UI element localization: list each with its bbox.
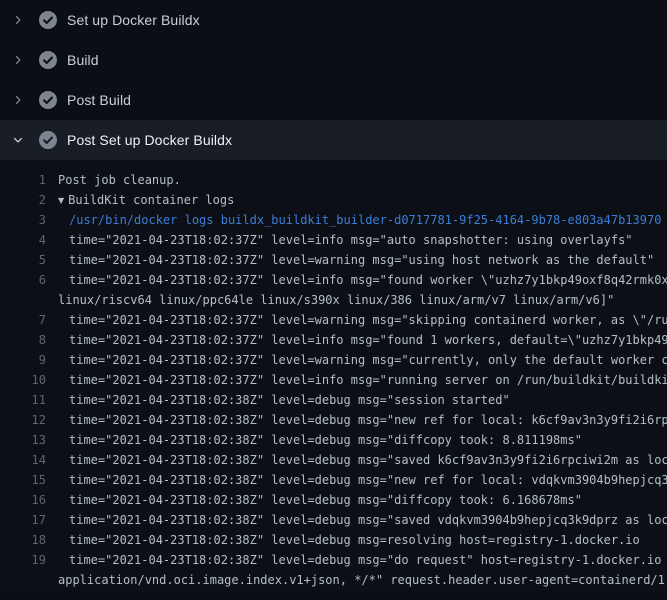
line-number[interactable]: 2 [0, 190, 46, 210]
log-text: time="2021-04-23T18:02:37Z" level=warnin… [58, 310, 667, 330]
actions-log-viewer: Set up Docker Buildx Build Post Build [0, 0, 667, 600]
chevron-right-icon [10, 92, 26, 108]
log-text: time="2021-04-23T18:02:37Z" level=warnin… [58, 350, 667, 370]
log-text: time="2021-04-23T18:02:38Z" level=debug … [58, 390, 510, 410]
step-post-build[interactable]: Post Build [0, 80, 667, 120]
check-circle-icon [38, 130, 58, 150]
log-line: 19 time="2021-04-23T18:02:38Z" level=debu… [0, 550, 667, 570]
line-number[interactable]: 11 [0, 390, 46, 410]
log-text: time="2021-04-23T18:02:37Z" level=warnin… [58, 250, 654, 270]
log-line: 11 time="2021-04-23T18:02:38Z" level=debu… [0, 390, 667, 410]
log-line: 18 time="2021-04-23T18:02:38Z" level=debu… [0, 530, 667, 550]
log-text: time="2021-04-23T18:02:37Z" level=info m… [58, 230, 633, 250]
log-line: 1 Post job cleanup. [0, 170, 667, 190]
log-text: linux/riscv64 linux/ppc64le linux/s390x … [58, 290, 614, 310]
log-text: time="2021-04-23T18:02:38Z" level=debug … [58, 550, 667, 570]
line-number[interactable]: 16 [0, 490, 46, 510]
line-number[interactable]: 18 [0, 530, 46, 550]
step-title: Set up Docker Buildx [67, 12, 200, 28]
log-line: 14 time="2021-04-23T18:02:38Z" level=debu… [0, 450, 667, 470]
step-build[interactable]: Build [0, 40, 667, 80]
line-number [0, 290, 46, 310]
log-text: time="2021-04-23T18:02:38Z" level=debug … [58, 510, 667, 530]
log-text: application/vnd.oci.image.index.v1+json,… [58, 570, 667, 590]
log-group-toggle[interactable]: ▼BuildKit container logs [58, 190, 234, 210]
log-line: 16 time="2021-04-23T18:02:38Z" level=debu… [0, 490, 667, 510]
line-number[interactable]: 19 [0, 550, 46, 570]
log-line: 10 time="2021-04-23T18:02:37Z" level=info… [0, 370, 667, 390]
log-line: linux/riscv64 linux/ppc64le linux/s390x … [0, 290, 667, 310]
line-number[interactable]: 4 [0, 230, 46, 250]
line-number[interactable]: 7 [0, 310, 46, 330]
chevron-right-icon [10, 12, 26, 28]
log-lines: 1 Post job cleanup. 2 ▼BuildKit container l… [0, 160, 667, 590]
line-number[interactable]: 1 [0, 170, 46, 190]
log-text: time="2021-04-23T18:02:38Z" level=debug … [58, 530, 640, 550]
log-line: 15 time="2021-04-23T18:02:38Z" level=debu… [0, 470, 667, 490]
log-text: time="2021-04-23T18:02:37Z" level=info m… [58, 370, 667, 390]
line-number[interactable]: 8 [0, 330, 46, 350]
log-text: time="2021-04-23T18:02:38Z" level=debug … [58, 450, 667, 470]
chevron-down-icon [10, 132, 26, 148]
log-line: 13 time="2021-04-23T18:02:38Z" level=debu… [0, 430, 667, 450]
step-set-up-docker-buildx[interactable]: Set up Docker Buildx [0, 0, 667, 40]
log-line: 5 time="2021-04-23T18:02:37Z" level=warni… [0, 250, 667, 270]
line-number [0, 570, 46, 590]
line-number[interactable]: 15 [0, 470, 46, 490]
log-text: time="2021-04-23T18:02:38Z" level=debug … [58, 470, 667, 490]
check-circle-icon [38, 90, 58, 110]
step-title: Post Build [67, 92, 131, 108]
log-line: 17 time="2021-04-23T18:02:38Z" level=debu… [0, 510, 667, 530]
line-number[interactable]: 14 [0, 450, 46, 470]
log-line: 4 time="2021-04-23T18:02:37Z" level=info … [0, 230, 667, 250]
log-line: 6 time="2021-04-23T18:02:37Z" level=info … [0, 270, 667, 290]
log-line: application/vnd.oci.image.index.v1+json,… [0, 570, 667, 590]
group-expanded-triangle-icon: ▼ [58, 191, 64, 211]
log-text: time="2021-04-23T18:02:37Z" level=info m… [58, 270, 667, 290]
log-text: time="2021-04-23T18:02:37Z" level=info m… [58, 330, 667, 350]
log-text: Post job cleanup. [58, 170, 181, 190]
log-line: 12 time="2021-04-23T18:02:38Z" level=debu… [0, 410, 667, 430]
line-number[interactable]: 13 [0, 430, 46, 450]
log-text: time="2021-04-23T18:02:38Z" level=debug … [58, 430, 582, 450]
line-number[interactable]: 3 [0, 210, 46, 230]
log-line: 3/usr/bin/docker logs buildx_buildkit_bu… [0, 210, 667, 230]
line-number[interactable]: 6 [0, 270, 46, 290]
step-list: Set up Docker Buildx Build Post Build [0, 0, 667, 160]
log-text: time="2021-04-23T18:02:38Z" level=debug … [58, 410, 667, 430]
line-number[interactable]: 9 [0, 350, 46, 370]
line-number[interactable]: 12 [0, 410, 46, 430]
log-line: 7 time="2021-04-23T18:02:37Z" level=warni… [0, 310, 667, 330]
command-text: /usr/bin/docker logs buildx_buildkit_bui… [58, 210, 661, 230]
check-circle-icon [38, 50, 58, 70]
line-number[interactable]: 17 [0, 510, 46, 530]
step-title: Build [67, 52, 99, 68]
log-line: 2 ▼BuildKit container logs [0, 190, 667, 210]
log-line: 9 time="2021-04-23T18:02:37Z" level=warni… [0, 350, 667, 370]
line-number[interactable]: 10 [0, 370, 46, 390]
log-line: 8 time="2021-04-23T18:02:37Z" level=info … [0, 330, 667, 350]
step-title: Post Set up Docker Buildx [67, 132, 232, 148]
line-number[interactable]: 5 [0, 250, 46, 270]
step-post-set-up-docker-buildx[interactable]: Post Set up Docker Buildx [0, 120, 667, 160]
log-text: time="2021-04-23T18:02:38Z" level=debug … [58, 490, 582, 510]
check-circle-icon [38, 10, 58, 30]
chevron-right-icon [10, 52, 26, 68]
